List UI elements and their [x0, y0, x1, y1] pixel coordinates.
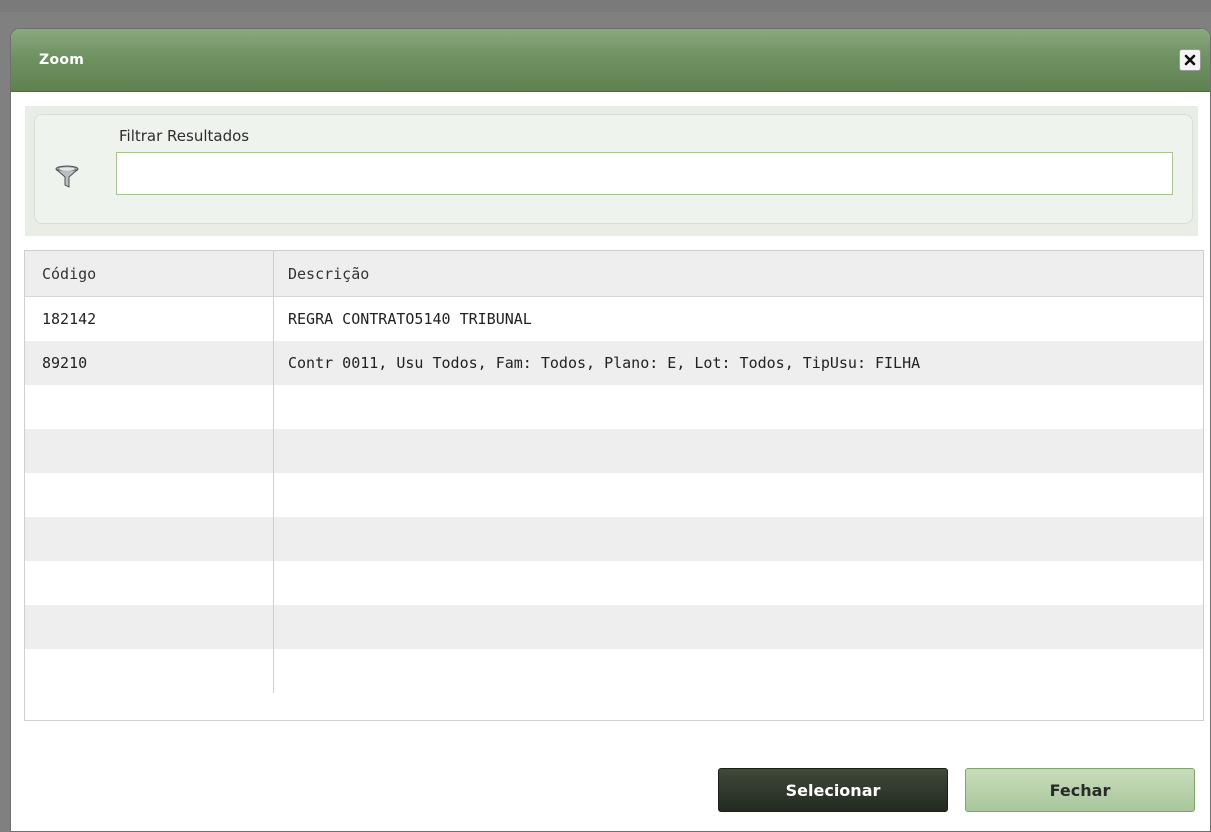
table-row[interactable]: 182142 REGRA CONTRATO5140 TRIBUNAL [25, 297, 1203, 341]
funnel-filter-icon [55, 165, 79, 188]
cell-codigo: 182142 [42, 310, 97, 328]
filter-panel: Filtrar Resultados [34, 114, 1193, 224]
cell-descricao: REGRA CONTRATO5140 TRIBUNAL [288, 310, 532, 328]
cell-descricao: Contr 0011, Usu Todos, Fam: Todos, Plano… [288, 354, 921, 372]
close-x-icon [1184, 54, 1196, 66]
table-row[interactable] [25, 429, 1203, 473]
table-row[interactable] [25, 517, 1203, 561]
dialog-title: Zoom [39, 52, 85, 68]
close-button[interactable] [1179, 49, 1201, 71]
backdrop [0, 0, 1211, 12]
table-row[interactable] [25, 561, 1203, 605]
results-table: Código Descrição 182142 REGRA CONTRATO51… [24, 250, 1204, 721]
select-button[interactable]: Selecionar [718, 768, 948, 812]
column-header-descricao[interactable]: Descrição [274, 251, 1203, 296]
table-row[interactable]: 89210 Contr 0011, Usu Todos, Fam: Todos,… [25, 341, 1203, 385]
table-row[interactable] [25, 473, 1203, 517]
column-header-label: Código [42, 264, 97, 283]
close-dialog-button[interactable]: Fechar [965, 768, 1195, 812]
filter-label: Filtrar Resultados [119, 127, 250, 145]
table-header: Código Descrição [25, 251, 1203, 297]
table-row[interactable] [25, 605, 1203, 649]
column-header-codigo[interactable]: Código [25, 251, 274, 296]
table-row[interactable] [25, 649, 1203, 693]
dialog-titlebar[interactable]: Zoom [11, 29, 1210, 92]
cell-codigo: 89210 [42, 354, 88, 372]
filter-section: Filtrar Resultados [25, 106, 1198, 236]
filter-input[interactable] [116, 152, 1173, 195]
zoom-dialog: Zoom Filtrar Resultados Código Descrição [10, 28, 1211, 832]
column-header-label: Descrição [288, 264, 370, 283]
table-row[interactable] [25, 385, 1203, 429]
